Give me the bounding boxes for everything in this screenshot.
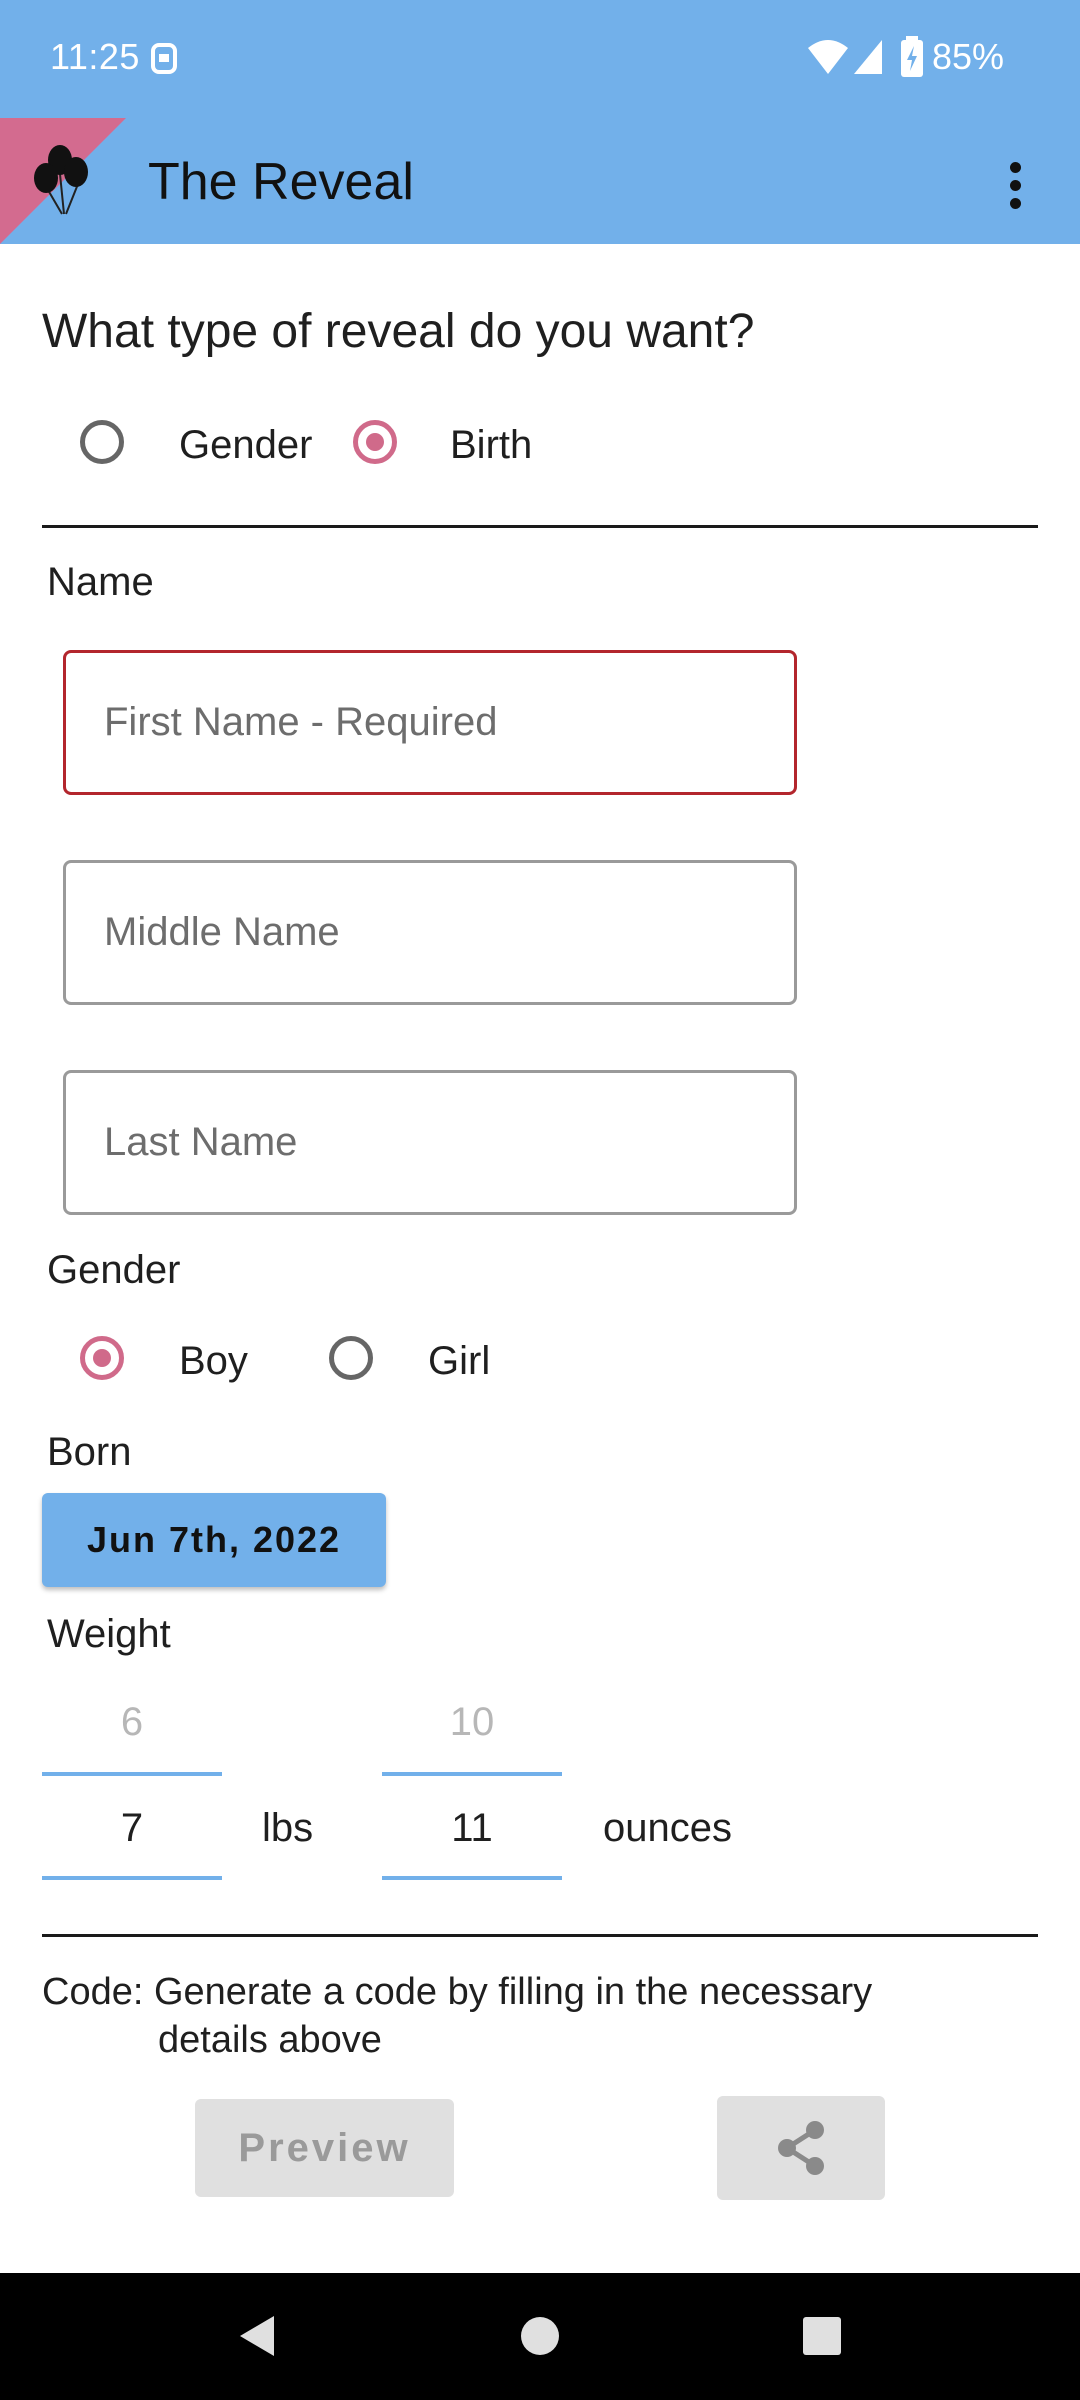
divider bbox=[42, 1934, 1038, 1937]
radio-boy-label[interactable]: Boy bbox=[179, 1339, 248, 1384]
share-icon bbox=[778, 2121, 824, 2175]
lbs-picker-line-top bbox=[42, 1772, 222, 1776]
recents-icon[interactable] bbox=[802, 2316, 842, 2356]
divider bbox=[42, 525, 1038, 528]
code-message-line2: details above bbox=[158, 2019, 382, 2061]
app-title: The Reveal bbox=[148, 153, 414, 211]
lbs-picker-value[interactable]: 7 bbox=[42, 1806, 222, 1851]
share-button[interactable] bbox=[717, 2096, 885, 2200]
balloons-icon bbox=[34, 145, 88, 215]
last-name-field[interactable] bbox=[63, 1070, 797, 1215]
code-message-line1: Generate a code by filling in the necess… bbox=[153, 1971, 873, 2013]
radio-girl[interactable] bbox=[329, 1336, 373, 1380]
battery-charging-icon bbox=[901, 36, 923, 77]
battery-percent: 85% bbox=[932, 36, 1005, 77]
date-picker-button[interactable]: Jun 7th, 2022 bbox=[42, 1493, 386, 1587]
weight-label: Weight bbox=[47, 1612, 171, 1656]
wifi-icon bbox=[808, 40, 848, 74]
gender-label: Gender bbox=[47, 1248, 181, 1292]
radio-gender-label[interactable]: Gender bbox=[179, 423, 312, 468]
ounces-picker-previous[interactable]: 10 bbox=[382, 1700, 562, 1745]
code-prefix: Code: bbox=[42, 1971, 144, 2013]
first-name-field[interactable] bbox=[63, 650, 797, 795]
more-vert-icon[interactable] bbox=[990, 150, 1042, 216]
first-name-input[interactable] bbox=[66, 653, 794, 792]
radio-girl-label[interactable]: Girl bbox=[428, 1339, 490, 1384]
radio-gender[interactable] bbox=[80, 420, 124, 464]
radio-birth[interactable] bbox=[353, 420, 397, 464]
last-name-input[interactable] bbox=[66, 1073, 794, 1212]
lbs-picker-line-bottom bbox=[42, 1876, 222, 1880]
lbs-unit: lbs bbox=[262, 1806, 314, 1850]
ounces-unit: ounces bbox=[603, 1806, 732, 1850]
sim-icon bbox=[151, 43, 177, 74]
ounces-picker-line-top bbox=[382, 1772, 562, 1776]
home-icon[interactable] bbox=[520, 2316, 560, 2356]
status-time: 11:25 bbox=[50, 36, 140, 77]
reveal-type-question: What type of reveal do you want? bbox=[42, 305, 755, 358]
back-icon[interactable] bbox=[236, 2314, 276, 2358]
radio-boy[interactable] bbox=[80, 1336, 124, 1380]
ounces-picker-line-bottom bbox=[382, 1876, 562, 1880]
preview-button[interactable]: Preview bbox=[195, 2099, 454, 2197]
signal-icon bbox=[854, 40, 882, 74]
middle-name-input[interactable] bbox=[66, 863, 794, 1002]
code-info: Code: Generate a code by filling in the … bbox=[42, 1968, 872, 2064]
ounces-picker-value[interactable]: 11 bbox=[382, 1806, 562, 1851]
name-label: Name bbox=[47, 560, 154, 604]
born-label: Born bbox=[47, 1430, 132, 1474]
radio-birth-label[interactable]: Birth bbox=[450, 423, 532, 468]
middle-name-field[interactable] bbox=[63, 860, 797, 1005]
lbs-picker-previous[interactable]: 6 bbox=[42, 1700, 222, 1745]
